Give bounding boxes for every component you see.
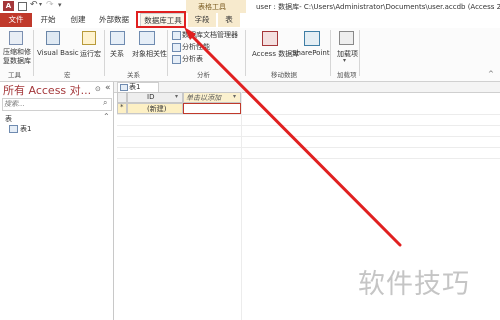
- arrow-shaft: [190, 34, 402, 247]
- access-window: A ↶ ▾ ↷ ▾ 表格工具 user : 数据库- C:\Users\Admi…: [0, 0, 500, 320]
- watermark: 软件技巧: [358, 269, 470, 300]
